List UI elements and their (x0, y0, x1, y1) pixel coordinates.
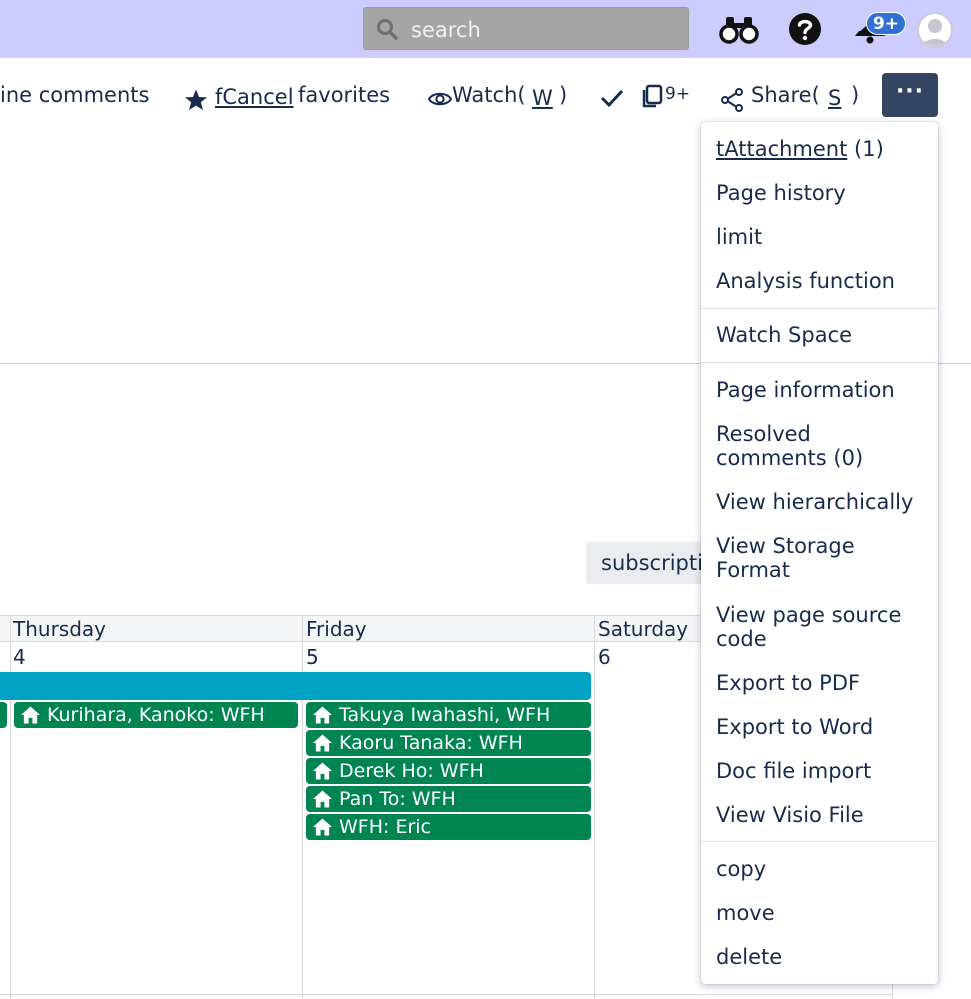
day-number: 6 (598, 645, 611, 669)
home-icon (21, 706, 40, 724)
home-icon (313, 818, 332, 836)
day-name: Thursday (13, 617, 106, 641)
attachment-label: Attachment (724, 137, 848, 161)
more-actions-menu: tAttachment (1) Page history limit Analy… (701, 122, 938, 984)
calendar-event[interactable]: Kaoru Tanaka: WFH (306, 730, 591, 756)
menu-item-page-information[interactable]: Page information (716, 378, 931, 402)
eye-icon (428, 92, 452, 106)
watch-label: Watch( (452, 83, 526, 107)
menu-item-view-storage-format[interactable]: View Storage Format (716, 534, 931, 582)
event-text: Pan To: WFH (339, 788, 456, 810)
menu-divider (701, 362, 938, 363)
menu-item-move[interactable]: move (716, 901, 931, 925)
menu-divider (701, 308, 938, 309)
menu-item-view-page-source[interactable]: View page source code (716, 603, 931, 651)
share-close: ) (851, 83, 860, 107)
menu-item-line: View Storage (716, 534, 855, 558)
home-icon (313, 762, 332, 780)
day-number: 5 (306, 645, 319, 669)
menu-item-export-word[interactable]: Export to Word (716, 715, 931, 739)
menu-item-line: View page source (716, 603, 902, 627)
day-name: Saturday (598, 617, 689, 641)
checkmark-icon[interactable] (600, 88, 624, 108)
search-placeholder: search (411, 18, 481, 42)
share-label: Share( (751, 83, 820, 107)
event-text: Kaoru Tanaka: WFH (339, 732, 523, 754)
search-input[interactable]: search (363, 7, 689, 50)
watch-key: W (532, 86, 553, 110)
calendar-multiday-event[interactable] (0, 672, 591, 700)
event-text: Kurihara, Kanoko: WFH (47, 704, 265, 726)
menu-item-export-pdf[interactable]: Export to PDF (716, 671, 931, 695)
favorites-shortcut: fCancel (215, 85, 294, 109)
inline-comments-button[interactable]: ine comments (0, 83, 149, 107)
menu-item-watch-space[interactable]: Watch Space (716, 323, 931, 347)
calendar-event[interactable]: WFH: Eric (306, 814, 591, 840)
calendar-event-fragment[interactable] (0, 702, 7, 728)
home-icon (313, 734, 332, 752)
calendar-day-header-thursday: Thursday (0, 615, 303, 642)
day-number: 4 (13, 645, 26, 669)
column-divider (594, 615, 595, 999)
menu-item-page-history[interactable]: Page history (716, 181, 931, 205)
help-icon[interactable] (788, 12, 822, 46)
share-button[interactable]: Share( S ) (720, 83, 865, 113)
menu-item-line: Resolved (716, 422, 811, 446)
copies-count: 9+ (665, 84, 691, 104)
share-key: S (828, 86, 842, 110)
menu-divider (701, 841, 938, 842)
home-icon (313, 706, 332, 724)
menu-item-line: code (716, 627, 767, 651)
menu-item-resolved-comments[interactable]: Resolved comments (0) (716, 422, 931, 470)
top-navigation-bar: search 9+ (0, 0, 971, 58)
attachment-shortcut: t (716, 137, 725, 161)
favorites-label: favorites (298, 83, 391, 107)
binoculars-icon[interactable] (718, 13, 760, 45)
calendar-event[interactable]: Takuya Iwahashi, WFH (306, 702, 591, 728)
attachment-count: (1) (854, 137, 884, 161)
day-name: Friday (306, 617, 367, 641)
watch-close: ) (559, 83, 568, 107)
menu-item-doc-import[interactable]: Doc file import (716, 759, 931, 783)
calendar-day-header-friday: Friday (303, 615, 595, 642)
copy-icon (642, 84, 663, 108)
menu-item-limit[interactable]: limit (716, 225, 931, 249)
menu-item-line: comments (0) (716, 446, 864, 470)
search-icon (377, 19, 398, 40)
calendar-event[interactable]: Derek Ho: WFH (306, 758, 591, 784)
calendar-event[interactable]: Pan To: WFH (306, 786, 591, 812)
star-icon (185, 89, 207, 110)
menu-item-attachment[interactable]: tAttachment (1) (716, 137, 931, 161)
menu-item-copy[interactable]: copy (716, 857, 931, 881)
copies-button[interactable]: 9+ (640, 84, 695, 112)
menu-item-view-visio[interactable]: View Visio File (716, 803, 931, 827)
notification-badge: 9+ (866, 12, 906, 35)
menu-item-line: Format (716, 558, 791, 582)
menu-item-analysis[interactable]: Analysis function (716, 269, 931, 293)
calendar-event[interactable]: Kurihara, Kanoko: WFH (14, 702, 298, 728)
avatar[interactable] (917, 12, 953, 48)
watch-button[interactable]: Watch( W ) (428, 83, 573, 113)
avatar-icon (922, 19, 948, 46)
event-text: Derek Ho: WFH (339, 760, 484, 782)
menu-item-view-hierarchically[interactable]: View hierarchically (716, 490, 931, 514)
menu-item-delete[interactable]: delete (716, 945, 931, 969)
calendar-bottom-border (0, 994, 893, 995)
event-text: Takuya Iwahashi, WFH (339, 704, 551, 726)
share-icon (721, 88, 743, 112)
home-icon (313, 790, 332, 808)
more-actions-button[interactable]: ··· (882, 73, 938, 117)
event-text: WFH: Eric (339, 816, 431, 838)
